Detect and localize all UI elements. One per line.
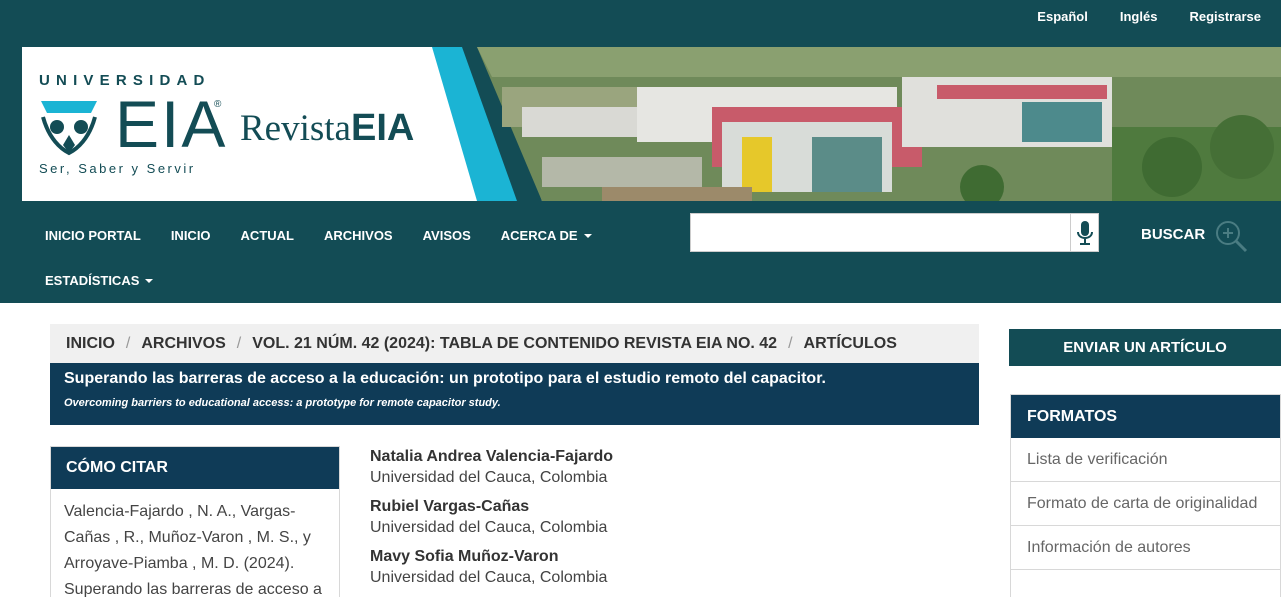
search-button[interactable]: BUSCAR xyxy=(1141,226,1205,243)
lang-spanish-link[interactable]: Español xyxy=(1037,9,1088,25)
nav-statistics-dropdown[interactable]: ESTADÍSTICAS xyxy=(45,272,154,288)
article-title-bar: Superando las barreras de acceso a la ed… xyxy=(50,363,979,425)
nav-home[interactable]: INICIO xyxy=(171,228,211,243)
nav-archives[interactable]: ARCHIVOS xyxy=(324,228,393,243)
microphone-icon[interactable] xyxy=(1070,214,1098,251)
how-to-cite-panel: CÓMO CITAR Valencia-Fajardo , N. A., Var… xyxy=(50,446,340,597)
author-name: Mavy Sofia Muñoz-Varon xyxy=(370,548,559,565)
logo-eia-text: EIA xyxy=(115,87,228,161)
register-link[interactable]: Registrarse xyxy=(1189,9,1261,25)
breadcrumb-home[interactable]: INICIO xyxy=(66,335,115,353)
search-input[interactable] xyxy=(690,213,1099,252)
nav-notices[interactable]: AVISOS xyxy=(423,228,471,243)
breadcrumb-separator: / xyxy=(125,334,131,352)
nav-about-label: ACERCA DE xyxy=(500,227,578,243)
logo-slogan: Ser, Saber y Servir xyxy=(39,161,196,176)
submit-article-button[interactable]: ENVIAR UN ARTÍCULO xyxy=(1009,329,1281,366)
journal-logo: RevistaEIA xyxy=(240,107,414,150)
caret-down-icon xyxy=(145,279,154,284)
article-title: Superando las barreras de acceso a la ed… xyxy=(64,370,826,387)
journal-suffix: EIA xyxy=(350,107,415,149)
breadcrumb-separator: / xyxy=(788,334,793,352)
breadcrumb: INICIO / ARCHIVOS / VOL. 21 NÚM. 42 (202… xyxy=(50,324,979,363)
author-item: Mavy Sofia Muñoz-Varon Universidad del C… xyxy=(370,547,970,589)
breadcrumb-archives[interactable]: ARCHIVOS xyxy=(141,335,225,353)
breadcrumb-section: ARTÍCULOS xyxy=(803,334,897,352)
breadcrumb-separator: / xyxy=(236,334,242,352)
main-nav: INICIO PORTAL INICIO ACTUAL ARCHIVOS AVI… xyxy=(22,215,682,305)
author-affiliation: Universidad del Cauca, Colombia xyxy=(370,469,608,486)
format-link-originality-letter[interactable]: Formato de carta de originalidad xyxy=(1011,482,1280,526)
nav-home-portal[interactable]: INICIO PORTAL xyxy=(45,228,141,243)
nav-statistics-label: ESTADÍSTICAS xyxy=(45,272,140,288)
lang-english-link[interactable]: Inglés xyxy=(1120,9,1158,25)
breadcrumb-issue[interactable]: VOL. 21 NÚM. 42 (2024): TABLA DE CONTENI… xyxy=(252,335,777,353)
author-name: Rubiel Vargas-Cañas xyxy=(370,498,530,515)
nav-current[interactable]: ACTUAL xyxy=(241,228,294,243)
format-link-author-info[interactable]: Información de autores xyxy=(1011,526,1280,570)
author-list: Natalia Andrea Valencia-Fajardo Universi… xyxy=(370,447,970,597)
article-subtitle: Overcoming barriers to educational acces… xyxy=(64,397,501,409)
author-item: Natalia Andrea Valencia-Fajardo Universi… xyxy=(370,447,970,489)
zoom-search-icon[interactable] xyxy=(1214,219,1248,253)
caret-down-icon xyxy=(583,234,592,239)
eia-owl-icon xyxy=(41,101,97,156)
author-affiliation: Universidad del Cauca, Colombia xyxy=(370,519,608,536)
journal-prefix: Revista xyxy=(240,108,351,149)
author-item: Rubiel Vargas-Cañas Universidad del Cauc… xyxy=(370,497,970,539)
how-to-cite-heading: CÓMO CITAR xyxy=(51,447,339,489)
author-affiliation: Universidad del Cauca, Colombia xyxy=(370,569,608,586)
nav-about-dropdown[interactable]: ACERCA DE xyxy=(501,228,592,243)
logo-registered: ® xyxy=(214,99,222,110)
format-link-checklist[interactable]: Lista de verificación xyxy=(1011,438,1280,482)
author-name: Natalia Andrea Valencia-Fajardo xyxy=(370,448,614,465)
citation-text: Valencia-Fajardo , N. A., Vargas-Cañas ,… xyxy=(64,503,322,597)
formats-heading: FORMATOS xyxy=(1011,395,1280,438)
site-header: Español Inglés Registrarse UNIVERSIDAD E… xyxy=(0,0,1281,303)
header-banner[interactable]: UNIVERSIDAD EIA ® Ser, Saber y Servir Re… xyxy=(22,47,1281,201)
formats-panel: FORMATOS Lista de verificación Formato d… xyxy=(1010,394,1281,597)
top-links: Español Inglés Registrarse xyxy=(1037,9,1281,25)
